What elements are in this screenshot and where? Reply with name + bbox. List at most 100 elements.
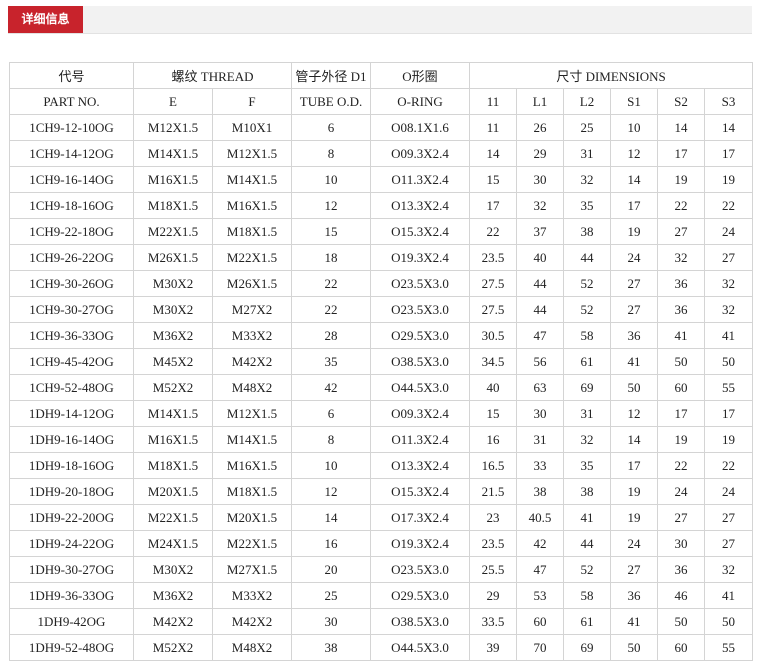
table-cell: 44 (563, 244, 611, 271)
table-cell: M20X1.5 (212, 504, 292, 531)
table-cell: 40 (469, 374, 517, 401)
table-cell: M22X1.5 (212, 244, 292, 271)
table-cell: 27 (703, 530, 754, 557)
table-cell: 1CH9-14-12OG (9, 140, 134, 167)
table-cell: M42X2 (212, 348, 292, 375)
column-header: TUBE O.D. (291, 88, 371, 115)
table-cell: 36 (610, 322, 658, 349)
table-cell: 53 (516, 582, 564, 609)
table-cell: 36 (657, 296, 705, 323)
table-cell: O23.5X3.0 (370, 296, 470, 323)
details-tab[interactable]: 详细信息 (8, 6, 83, 33)
table-cell: 69 (563, 374, 611, 401)
table-cell: O19.3X2.4 (370, 530, 470, 557)
table-cell: 19 (703, 426, 754, 453)
table-cell: 17 (610, 192, 658, 219)
table-cell: 1CH9-30-27OG (9, 296, 134, 323)
table-cell: M24X1.5 (133, 530, 213, 557)
table-cell: 52 (563, 270, 611, 297)
table-row: 1CH9-30-27OG M30X2 M27X2 22 O23.5X3.0 27.5 44 5… (9, 296, 754, 323)
table-cell: 69 (563, 634, 611, 661)
table-cell: O38.5X3.0 (370, 348, 470, 375)
table-cell: 16 (291, 530, 371, 557)
table-cell: M18X1.5 (133, 192, 213, 219)
table-cell: 27.5 (469, 270, 517, 297)
table-cell: 31 (516, 426, 564, 453)
table-cell: 41 (610, 348, 658, 375)
table-cell: 10 (291, 166, 371, 193)
table-cell: 22 (291, 270, 371, 297)
table-cell: 32 (657, 244, 705, 271)
table-cell: M12X1.5 (133, 114, 213, 141)
table-cell: 20 (291, 556, 371, 583)
table-cell: 32 (703, 296, 754, 323)
table-cell: 36 (657, 270, 705, 297)
table-cell: 38 (563, 218, 611, 245)
table-cell: 11 (469, 114, 517, 141)
table-cell: M16X1.5 (133, 166, 213, 193)
table-cell: 58 (563, 582, 611, 609)
table-cell: M26X1.5 (133, 244, 213, 271)
table-cell: 27 (703, 504, 754, 531)
column-header: E (133, 88, 213, 115)
table-cell: 6 (291, 400, 371, 427)
table-cell: 15 (291, 218, 371, 245)
table-cell: 28 (291, 322, 371, 349)
table-cell: O17.3X2.4 (370, 504, 470, 531)
table-cell: 1CH9-16-14OG (9, 166, 134, 193)
table-cell: 40 (516, 244, 564, 271)
table-cell: M26X1.5 (212, 270, 292, 297)
table-cell: 24 (610, 530, 658, 557)
table-cell: 19 (610, 218, 658, 245)
table-cell: 8 (291, 140, 371, 167)
header-oring: O形圈 (370, 62, 470, 89)
table-cell: M22X1.5 (212, 530, 292, 557)
table-cell: 33.5 (469, 608, 517, 635)
table-row: 1DH9-24-22OG M24X1.5 M22X1.5 16 O19.3X2.4 23.… (9, 530, 754, 557)
table-cell: 10 (610, 114, 658, 141)
table-cell: 30 (516, 166, 564, 193)
table-cell: 32 (703, 270, 754, 297)
table-cell: M36X2 (133, 322, 213, 349)
table-cell: 50 (703, 348, 754, 375)
table-cell: M45X2 (133, 348, 213, 375)
table-cell: 41 (703, 322, 754, 349)
table-cell: M20X1.5 (133, 478, 213, 505)
table-cell: 24 (657, 478, 705, 505)
table-cell: M14X1.5 (212, 166, 292, 193)
table-cell: 41 (703, 582, 754, 609)
table-cell: 30.5 (469, 322, 517, 349)
table-row: 1CH9-52-48OG M52X2 M48X2 42 O44.5X3.0 40 63 69 5… (9, 374, 754, 401)
table-cell: 18 (291, 244, 371, 271)
table-cell: 36 (657, 556, 705, 583)
table-cell: 1DH9-52-48OG (9, 634, 134, 661)
table-row: 1CH9-30-26OG M30X2 M26X1.5 22 O23.5X3.0 27.5 4… (9, 270, 754, 297)
table-cell: 30 (657, 530, 705, 557)
table-cell: 32 (703, 556, 754, 583)
table-cell: O44.5X3.0 (370, 374, 470, 401)
table-row: 1DH9-36-33OG M36X2 M33X2 25 O29.5X3.0 29 53 58 3… (9, 582, 754, 609)
table-cell: M30X2 (133, 556, 213, 583)
table-cell: O29.5X3.0 (370, 582, 470, 609)
table-cell: 22 (703, 192, 754, 219)
table-cell: 38 (516, 478, 564, 505)
table-cell: 35 (563, 452, 611, 479)
table-cell: 27 (703, 244, 754, 271)
table-cell: 58 (563, 322, 611, 349)
table-row: 1CH9-12-10OG M12X1.5 M10X1 6 O08.1X1.6 11 26 25… (9, 114, 754, 141)
table-cell: O23.5X3.0 (370, 270, 470, 297)
table-cell: 17 (469, 192, 517, 219)
column-header: S1 (610, 88, 658, 115)
table-cell: 23.5 (469, 530, 517, 557)
table-cell: 6 (291, 114, 371, 141)
table-cell: M27X2 (212, 296, 292, 323)
table-cell: 27 (610, 296, 658, 323)
column-header: O-RING (370, 88, 470, 115)
table-cell: 19 (703, 166, 754, 193)
table-cell: O19.3X2.4 (370, 244, 470, 271)
table-cell: 1CH9-45-42OG (9, 348, 134, 375)
table-cell: M48X2 (212, 374, 292, 401)
table-cell: 1DH9-36-33OG (9, 582, 134, 609)
table-cell: M14X1.5 (212, 426, 292, 453)
table-cell: O09.3X2.4 (370, 400, 470, 427)
